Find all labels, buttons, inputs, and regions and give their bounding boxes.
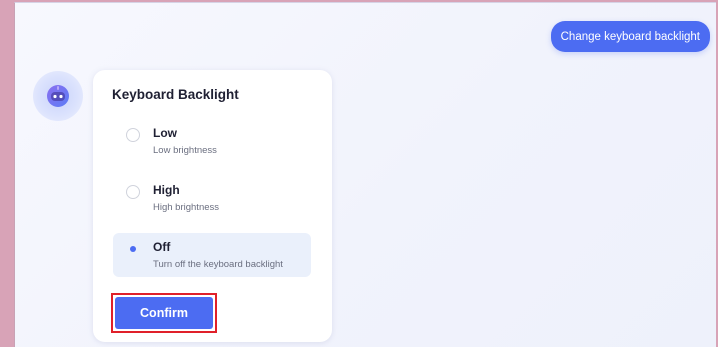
radio-low[interactable] bbox=[126, 128, 140, 142]
assistant-avatar bbox=[33, 71, 83, 121]
radio-off[interactable] bbox=[126, 242, 140, 256]
option-low[interactable]: Low Low brightness bbox=[113, 119, 311, 163]
user-message-bubble: Change keyboard backlight bbox=[550, 21, 710, 52]
option-off-label: Off bbox=[153, 240, 171, 254]
robot-icon bbox=[47, 85, 69, 107]
option-high-label: High bbox=[153, 183, 180, 197]
confirm-button[interactable]: Confirm bbox=[115, 297, 213, 329]
option-off[interactable]: Off Turn off the keyboard backlight bbox=[113, 233, 311, 277]
option-off-description: Turn off the keyboard backlight bbox=[153, 259, 283, 270]
option-high-description: High brightness bbox=[153, 202, 220, 213]
radio-high[interactable] bbox=[126, 185, 140, 199]
option-low-description: Low brightness bbox=[153, 145, 217, 156]
option-low-label: Low bbox=[153, 126, 177, 140]
chat-window: Change keyboard backlight Keyboard Backl… bbox=[14, 2, 716, 347]
keyboard-backlight-card: Keyboard Backlight Low Low brightness Hi… bbox=[93, 70, 332, 342]
confirm-highlight: Confirm bbox=[111, 293, 217, 333]
option-high[interactable]: High High brightness bbox=[113, 176, 311, 220]
card-title: Keyboard Backlight bbox=[112, 87, 239, 102]
